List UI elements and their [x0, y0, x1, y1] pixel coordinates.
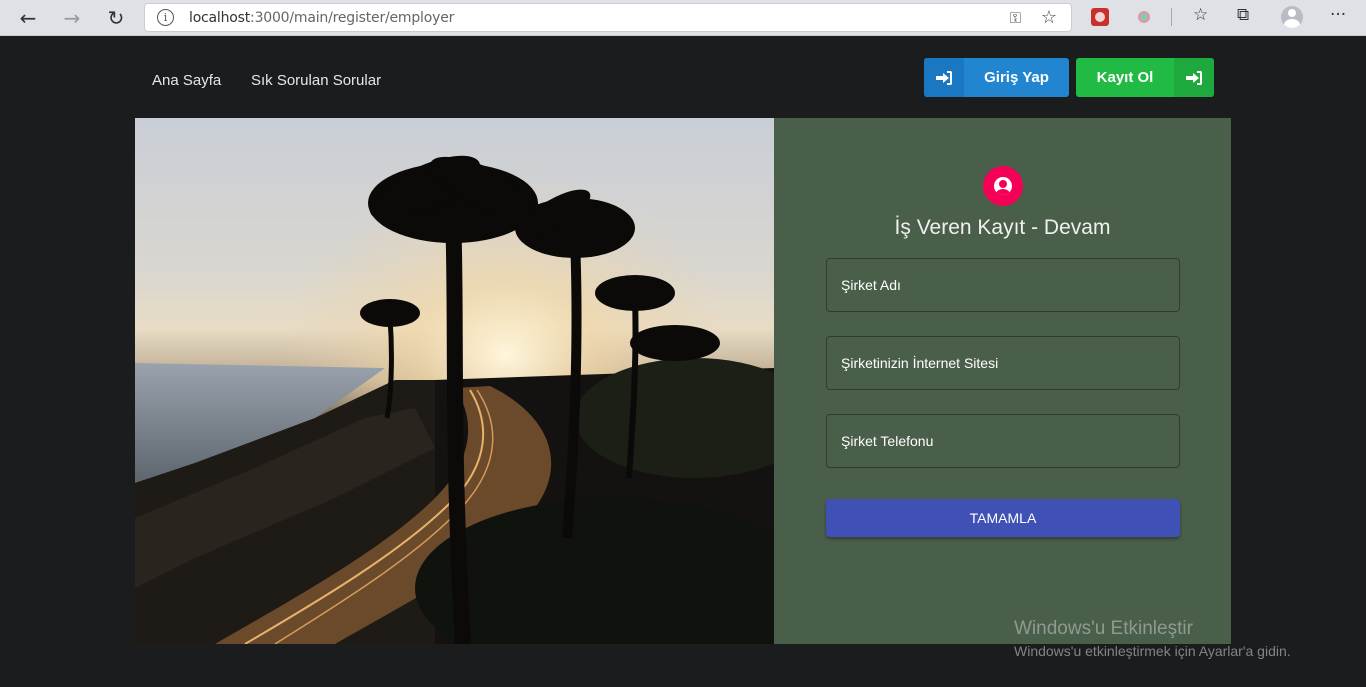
nav-link-faq[interactable]: Sık Sorulan Sorular — [251, 72, 381, 89]
hero-photo-palm-road — [135, 118, 774, 644]
company-phone-field[interactable]: Şirket Telefonu — [826, 414, 1180, 468]
activation-watermark-subtitle: Windows'u etkinleştirmek için Ayarlar'a … — [1014, 643, 1291, 659]
company-name-field[interactable]: Şirket Adı — [826, 258, 1180, 312]
company-website-field[interactable]: Şirketinizin İnternet Sitesi — [826, 336, 1180, 390]
register-form-panel: İş Veren Kayıt - Devam Şirket Adı Şirket… — [774, 118, 1231, 644]
extension-color-icon[interactable] — [1135, 8, 1153, 26]
sign-in-icon — [1174, 58, 1214, 97]
favorites-icon[interactable]: ☆ — [1193, 5, 1208, 25]
sign-in-icon — [924, 58, 964, 97]
nav-link-home[interactable]: Ana Sayfa — [152, 72, 221, 89]
complete-button[interactable]: TAMAMLA — [826, 499, 1180, 537]
photo-illustration — [135, 118, 774, 644]
company-name-label: Şirket Adı — [841, 277, 901, 293]
browser-toolbar: ← → ↻ i localhost:3000/main/register/emp… — [0, 0, 1366, 36]
key-icon[interactable]: ⚿ — [1010, 9, 1021, 27]
favorite-add-icon[interactable]: ☆ — [1041, 7, 1057, 28]
forward-icon[interactable]: → — [58, 4, 86, 32]
address-url[interactable]: localhost:3000/main/register/employer — [189, 10, 454, 26]
reload-icon[interactable]: ↻ — [102, 4, 130, 32]
form-title: İş Veren Kayıt - Devam — [894, 216, 1111, 239]
login-button-label: Giriş Yap — [984, 69, 1049, 86]
company-phone-label: Şirket Telefonu — [841, 433, 934, 449]
back-icon[interactable]: ← — [14, 4, 42, 32]
collections-icon[interactable]: ⧉ — [1237, 5, 1249, 25]
address-bar[interactable]: i localhost:3000/main/register/employer … — [144, 3, 1072, 32]
site-info-icon[interactable]: i — [157, 9, 174, 26]
login-button[interactable]: Giriş Yap — [924, 58, 1069, 97]
profile-avatar-icon[interactable] — [1281, 6, 1303, 28]
company-website-label: Şirketinizin İnternet Sitesi — [841, 355, 999, 371]
extension-icon[interactable] — [1091, 8, 1109, 26]
url-path: :3000/main/register/employer — [250, 10, 455, 26]
account-circle-icon — [983, 166, 1023, 206]
more-menu-icon[interactable]: ··· — [1330, 5, 1346, 25]
toolbar-divider — [1171, 8, 1172, 26]
activation-watermark-title: Windows'u Etkinleştir — [1014, 618, 1193, 639]
register-button-label: Kayıt Ol — [1096, 69, 1154, 86]
register-button[interactable]: Kayıt Ol — [1076, 58, 1214, 97]
url-host: localhost — [189, 10, 251, 26]
